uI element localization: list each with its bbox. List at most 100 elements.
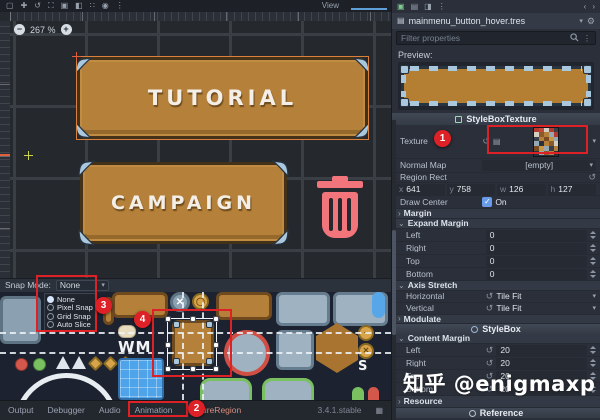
- ruler-cursor-mark: [0, 154, 10, 156]
- atlas-sprite: [216, 292, 272, 320]
- ornament-corner-icon: [271, 160, 289, 178]
- spinner-icon[interactable]: [589, 270, 596, 278]
- tab-debugger[interactable]: Debugger: [48, 406, 85, 415]
- load-resource-icon[interactable]: ▤: [411, 2, 419, 11]
- spinner-icon[interactable]: [589, 359, 596, 367]
- zoom-in-button[interactable]: +: [60, 24, 72, 35]
- spinner-icon[interactable]: [589, 346, 596, 354]
- resource-name: mainmenu_button_hover.tres: [408, 15, 526, 26]
- history-forward-icon[interactable]: ›: [592, 2, 595, 11]
- number-field[interactable]: 20: [496, 344, 587, 356]
- scale-tool-icon[interactable]: ⛶: [48, 2, 54, 10]
- number-field[interactable]: 0: [485, 268, 587, 280]
- revert-icon[interactable]: ↺: [486, 304, 494, 313]
- region-h-field[interactable]: h 127: [547, 183, 596, 195]
- revert-icon[interactable]: ↺: [588, 173, 596, 182]
- region-handle[interactable]: [214, 317, 218, 321]
- content-margin-left: Left ↺ 20: [392, 344, 600, 357]
- region-handle[interactable]: [166, 367, 170, 371]
- draw-center-checkbox[interactable]: ✓: [482, 197, 493, 207]
- atlas-x-button-sprite: ✕: [170, 292, 190, 312]
- region-y-field[interactable]: y 758: [446, 183, 495, 195]
- snap-option-autoslice[interactable]: Auto Slice: [47, 321, 94, 329]
- file-icon[interactable]: ▤: [493, 137, 501, 146]
- revert-icon[interactable]: ↺: [486, 358, 494, 368]
- inspector-dock: ▣ ▤ ◨ ⋮ ‹ › ▤ mainmenu_button_hover.tres…: [391, 0, 600, 420]
- new-resource-icon[interactable]: ▣: [397, 2, 405, 11]
- region-handle[interactable]: [166, 343, 170, 347]
- snap-option-grid[interactable]: Grid Snap: [47, 312, 94, 321]
- number-field[interactable]: 0: [485, 242, 587, 254]
- ornament-corner-icon: [352, 55, 370, 75]
- list-select-icon[interactable]: ▣: [61, 2, 69, 10]
- tab-audio[interactable]: Audio: [99, 406, 121, 415]
- tab-animation[interactable]: Animation: [135, 406, 173, 415]
- category-styleboxtexture[interactable]: StyleBoxTexture: [392, 113, 600, 125]
- ornament-corner-icon: [78, 228, 96, 246]
- chevron-down-icon[interactable]: ▾: [592, 305, 596, 312]
- view-menu[interactable]: View: [322, 2, 339, 10]
- region-handle[interactable]: [166, 317, 170, 321]
- filter-input[interactable]: [401, 33, 566, 43]
- zoom-level[interactable]: 267 %: [30, 25, 56, 35]
- inspector-toolbar: ▣ ▤ ◨ ⋮ ‹ ›: [392, 0, 600, 13]
- filter-menu-icon[interactable]: ⋮: [583, 34, 591, 43]
- stylebox-icon: [471, 325, 479, 333]
- ornament-corner-icon: [75, 55, 93, 75]
- rotate-tool-icon[interactable]: ↺: [34, 2, 41, 10]
- resource-header[interactable]: ▤ mainmenu_button_hover.tres ▾ ⚙: [392, 13, 600, 29]
- spinner-icon[interactable]: [589, 257, 596, 265]
- history-back-icon[interactable]: ‹: [584, 2, 587, 11]
- region-handle[interactable]: [191, 367, 195, 371]
- section-expand-margin[interactable]: ⌄ Expand Margin: [392, 219, 600, 229]
- campaign-button[interactable]: CAMPAIGN: [78, 160, 289, 246]
- gpu-icon: ▦: [375, 405, 383, 415]
- chevron-down-icon[interactable]: ▾: [592, 293, 596, 300]
- snap-option-pixel[interactable]: Pixel Snap: [47, 304, 94, 312]
- lock-icon[interactable]: ◉: [102, 2, 109, 10]
- chevron-down-icon[interactable]: ▾: [592, 138, 596, 145]
- expand-margin-right: Right 0: [392, 242, 600, 255]
- chevron-down-icon[interactable]: ▾: [579, 18, 583, 25]
- section-content-margin[interactable]: ⌄ Content Margin: [392, 334, 600, 344]
- number-field[interactable]: 20: [496, 357, 587, 369]
- resource-menu-icon[interactable]: ⋮: [438, 2, 446, 11]
- inspector-scrollbar[interactable]: [392, 120, 396, 420]
- region-handle[interactable]: [214, 367, 218, 371]
- snap-mode-dropdown[interactable]: None ▾: [55, 280, 109, 291]
- tutorial-button[interactable]: TUTORIAL: [75, 55, 370, 141]
- 2d-viewport[interactable]: − 267 % + TUTORIAL CAMPAIGN: [10, 21, 391, 278]
- pan-tool-icon[interactable]: ◧: [75, 2, 83, 10]
- tab-output[interactable]: Output: [8, 406, 34, 415]
- revert-icon[interactable]: ↺: [482, 137, 490, 146]
- region-select-rect[interactable]: [166, 317, 218, 371]
- spinner-icon[interactable]: [589, 244, 596, 252]
- canvas-area: ▢ ✚ ↺ ⛶ ▣ ◧ ∷ ◉ ⋮ View − 267 % + TUTORIA…: [0, 0, 391, 420]
- number-field[interactable]: 0: [485, 255, 587, 267]
- region-w-field[interactable]: w 126: [497, 183, 546, 195]
- section-modulate[interactable]: › Modulate: [392, 315, 600, 324]
- zoom-out-button[interactable]: −: [14, 24, 25, 35]
- revert-icon[interactable]: ↺: [486, 292, 494, 301]
- snap-option-none[interactable]: None: [47, 295, 94, 304]
- texture-region-toolbar: Snap Mode: None ▾: [0, 278, 391, 292]
- tools-icon[interactable]: ⚙: [587, 16, 595, 26]
- group-icon[interactable]: ⋮: [116, 2, 124, 10]
- normal-map-value[interactable]: [empty] ▾: [482, 160, 596, 171]
- chevron-down-icon: ⌄: [398, 333, 405, 343]
- texture-thumbnail[interactable]: [533, 126, 560, 157]
- region-handle[interactable]: [191, 317, 195, 321]
- annotation-circle-1: 1: [434, 130, 451, 147]
- number-field[interactable]: 0: [485, 229, 587, 241]
- region-handle[interactable]: [214, 343, 218, 347]
- move-tool-icon[interactable]: ✚: [21, 2, 28, 10]
- section-axis-stretch[interactable]: ⌄ Axis Stretch: [392, 281, 600, 291]
- spinner-icon[interactable]: [589, 231, 596, 239]
- ornament-corner-icon: [75, 121, 93, 141]
- select-tool-icon[interactable]: ▢: [6, 2, 14, 10]
- region-x-field[interactable]: x 641: [396, 183, 445, 195]
- ruler-tool-icon[interactable]: ∷: [90, 2, 95, 10]
- revert-icon[interactable]: ↺: [486, 345, 494, 355]
- save-resource-icon[interactable]: ◨: [424, 2, 432, 11]
- category-reference[interactable]: Reference: [392, 408, 600, 418]
